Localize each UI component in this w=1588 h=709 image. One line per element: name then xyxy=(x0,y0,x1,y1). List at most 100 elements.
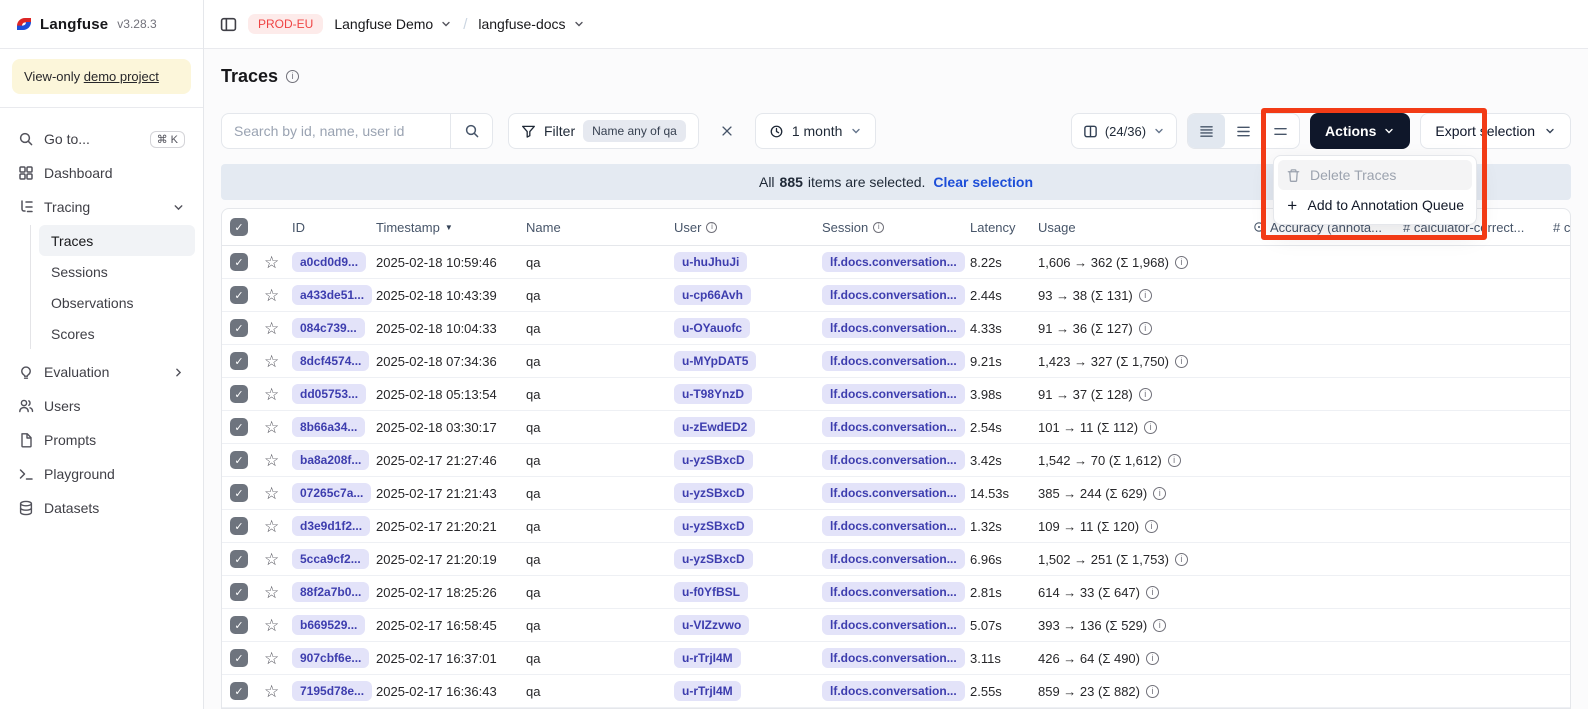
usage-info-icon[interactable] xyxy=(1168,454,1181,467)
star-icon[interactable] xyxy=(264,617,279,634)
search-submit-button[interactable] xyxy=(451,114,492,148)
row-checkbox[interactable] xyxy=(230,253,248,271)
trace-id-badge[interactable]: a433de51... xyxy=(292,285,372,305)
usage-info-icon[interactable] xyxy=(1153,487,1166,500)
user-badge[interactable]: u-yzSBxcD xyxy=(674,516,753,536)
sidebar-item-prompts[interactable]: Prompts xyxy=(8,423,195,457)
column-visibility-button[interactable]: (24/36) xyxy=(1071,113,1177,149)
user-badge[interactable]: u-huJhuJi xyxy=(674,252,747,272)
sidebar-item-sessions[interactable]: Sessions xyxy=(39,256,195,287)
user-badge[interactable]: u-OYauofc xyxy=(674,318,750,338)
user-badge[interactable]: u-f0YfBSL xyxy=(674,582,748,602)
info-icon[interactable] xyxy=(286,70,299,83)
table-row[interactable]: a0cd0d9... 2025-02-18 10:59:46 qa u-huJh… xyxy=(222,246,1570,279)
star-icon[interactable] xyxy=(264,320,279,337)
session-badge[interactable]: lf.docs.conversation... xyxy=(822,681,965,701)
user-badge[interactable]: u-cp66Avh xyxy=(674,285,751,305)
row-height-small-button[interactable] xyxy=(1188,114,1225,148)
column-header-latency[interactable]: Latency xyxy=(970,220,1038,235)
session-badge[interactable]: lf.docs.conversation... xyxy=(822,516,965,536)
demo-project-link[interactable]: demo project xyxy=(84,69,159,84)
sidebar-item-users[interactable]: Users xyxy=(8,389,195,423)
table-row[interactable]: b669529... 2025-02-17 16:58:45 qa u-VIZz… xyxy=(222,609,1570,642)
trace-id-badge[interactable]: 8dcf4574... xyxy=(292,351,369,371)
table-row[interactable]: a433de51... 2025-02-18 10:43:39 qa u-cp6… xyxy=(222,279,1570,312)
usage-info-icon[interactable] xyxy=(1146,685,1159,698)
usage-info-icon[interactable] xyxy=(1146,652,1159,665)
user-badge[interactable]: u-yzSBxcD xyxy=(674,483,753,503)
star-icon[interactable] xyxy=(264,452,279,469)
row-checkbox[interactable] xyxy=(230,451,248,469)
info-icon[interactable] xyxy=(706,222,717,233)
user-badge[interactable]: u-T98YnzD xyxy=(674,384,752,404)
star-icon[interactable] xyxy=(264,419,279,436)
table-row[interactable]: 7195d78e... 2025-02-17 16:36:43 qa u-rTr… xyxy=(222,675,1570,708)
usage-info-icon[interactable] xyxy=(1139,322,1152,335)
session-badge[interactable]: lf.docs.conversation... xyxy=(822,384,965,404)
sidebar-item-traces[interactable]: Traces xyxy=(39,225,195,256)
column-header-name[interactable]: Name xyxy=(526,220,674,235)
sidebar-item-playground[interactable]: Playground xyxy=(8,457,195,491)
user-badge[interactable]: u-yzSBxcD xyxy=(674,549,753,569)
column-header-more[interactable]: # c... xyxy=(1553,220,1570,235)
table-row[interactable]: d3e9d1f2... 2025-02-17 21:20:21 qa u-yzS… xyxy=(222,510,1570,543)
star-icon[interactable] xyxy=(264,650,279,667)
session-badge[interactable]: lf.docs.conversation... xyxy=(822,648,965,668)
user-badge[interactable]: u-rTrjI4M xyxy=(674,681,741,701)
sidebar-item-datasets[interactable]: Datasets xyxy=(8,491,195,525)
session-badge[interactable]: lf.docs.conversation... xyxy=(822,615,965,635)
column-header-timestamp[interactable]: Timestamp▼ xyxy=(376,220,526,235)
trace-id-badge[interactable]: 07265c7a... xyxy=(292,483,371,503)
trace-id-badge[interactable]: 8b66a34... xyxy=(292,417,365,437)
clear-filter-button[interactable] xyxy=(714,118,740,144)
usage-info-icon[interactable] xyxy=(1153,619,1166,632)
trace-id-badge[interactable]: 5cca9cf2... xyxy=(292,549,369,569)
session-badge[interactable]: lf.docs.conversation... xyxy=(822,252,965,272)
trace-id-badge[interactable]: 7195d78e... xyxy=(292,681,372,701)
time-range-selector[interactable]: 1 month xyxy=(755,113,877,149)
star-icon[interactable] xyxy=(264,254,279,271)
row-checkbox[interactable] xyxy=(230,352,248,370)
column-header-usage[interactable]: Usage xyxy=(1038,220,1253,235)
row-checkbox[interactable] xyxy=(230,418,248,436)
star-icon[interactable] xyxy=(264,386,279,403)
usage-info-icon[interactable] xyxy=(1175,355,1188,368)
usage-info-icon[interactable] xyxy=(1144,421,1157,434)
filter-button[interactable]: Filter Name any of qa xyxy=(508,113,699,149)
table-row[interactable]: 5cca9cf2... 2025-02-17 21:20:19 qa u-yzS… xyxy=(222,543,1570,576)
clear-selection-link[interactable]: Clear selection xyxy=(933,174,1033,190)
search-box[interactable] xyxy=(221,113,493,149)
star-icon[interactable] xyxy=(264,551,279,568)
filter-chip[interactable]: Name any of qa xyxy=(583,120,686,142)
sidebar-item-goto[interactable]: Go to... ⌘ K xyxy=(8,122,195,156)
row-checkbox[interactable] xyxy=(230,649,248,667)
trace-id-badge[interactable]: dd05753... xyxy=(292,384,366,404)
table-row[interactable]: dd05753... 2025-02-18 05:13:54 qa u-T98Y… xyxy=(222,378,1570,411)
row-height-large-button[interactable] xyxy=(1262,114,1299,148)
row-checkbox[interactable] xyxy=(230,517,248,535)
trace-id-badge[interactable]: b669529... xyxy=(292,615,365,635)
session-badge[interactable]: lf.docs.conversation... xyxy=(822,549,965,569)
star-icon[interactable] xyxy=(264,584,279,601)
session-badge[interactable]: lf.docs.conversation... xyxy=(822,450,965,470)
table-row[interactable]: 8dcf4574... 2025-02-18 07:34:36 qa u-MYp… xyxy=(222,345,1570,378)
trace-id-badge[interactable]: d3e9d1f2... xyxy=(292,516,370,536)
export-selection-button[interactable]: Export selection xyxy=(1420,113,1571,149)
trace-id-badge[interactable]: a0cd0d9... xyxy=(292,252,366,272)
trace-id-badge[interactable]: ba8a208f... xyxy=(292,450,369,470)
star-icon[interactable] xyxy=(264,518,279,535)
session-badge[interactable]: lf.docs.conversation... xyxy=(822,318,965,338)
row-checkbox[interactable] xyxy=(230,682,248,700)
user-badge[interactable]: u-yzSBxcD xyxy=(674,450,753,470)
menu-item-delete-traces[interactable]: Delete Traces xyxy=(1278,160,1472,190)
star-icon[interactable] xyxy=(264,683,279,700)
user-badge[interactable]: u-VIZzvwo xyxy=(674,615,749,635)
session-badge[interactable]: lf.docs.conversation... xyxy=(822,351,965,371)
usage-info-icon[interactable] xyxy=(1175,256,1188,269)
row-checkbox[interactable] xyxy=(230,616,248,634)
row-checkbox[interactable] xyxy=(230,484,248,502)
star-icon[interactable] xyxy=(264,485,279,502)
usage-info-icon[interactable] xyxy=(1145,520,1158,533)
session-badge[interactable]: lf.docs.conversation... xyxy=(822,285,965,305)
table-row[interactable]: 907cbf6e... 2025-02-17 16:37:01 qa u-rTr… xyxy=(222,642,1570,675)
